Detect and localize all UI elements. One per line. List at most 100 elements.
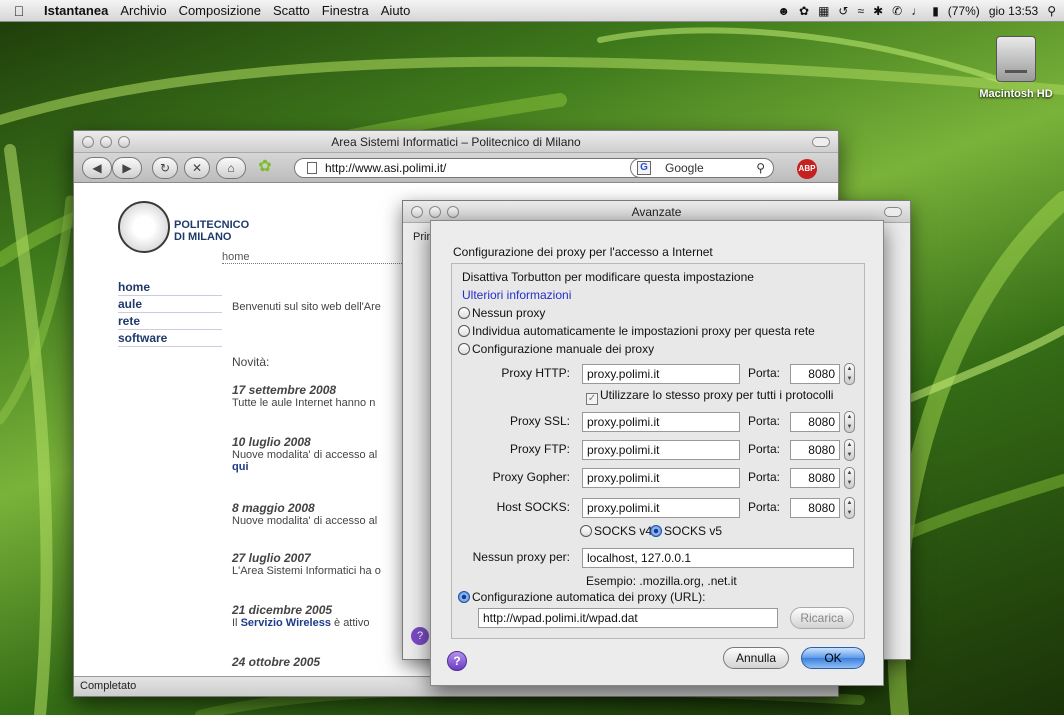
label-proxy-ssl: Proxy SSL: (509, 414, 570, 428)
menu-archivio[interactable]: Archivio (114, 3, 172, 18)
label-proxy-gopher: Proxy Gopher: (492, 470, 570, 484)
menu-app-name[interactable]: Istantanea (38, 3, 114, 18)
spotlight-icon[interactable]: ⚲ (1047, 4, 1056, 18)
proxy-ftp-field[interactable]: proxy.polimi.it (582, 440, 740, 460)
proxy-gopher-field[interactable]: proxy.polimi.it (582, 468, 740, 488)
label-host-socks: Host SOCKS: (496, 500, 570, 514)
radio-manual[interactable]: Configurazione manuale dei proxy (458, 342, 654, 356)
no-proxy-field[interactable]: localhost, 127.0.0.1 (582, 548, 854, 568)
url-text: http://www.asi.polimi.it/ (325, 161, 447, 175)
port-stepper[interactable]: ▲ ▼ (844, 497, 855, 519)
polimi-logo (118, 201, 170, 253)
menu-finestra[interactable]: Finestra (316, 3, 375, 18)
user-icon[interactable]: ☻ (777, 4, 790, 18)
stop-button[interactable]: ✕ (184, 157, 210, 179)
proxy-ssl-field[interactable]: proxy.polimi.it (582, 412, 740, 432)
reload-config-button[interactable]: Ricarica (790, 607, 854, 629)
nav-home[interactable]: home (118, 279, 222, 296)
zoom-icon[interactable] (118, 136, 130, 148)
radio-button[interactable] (458, 343, 470, 355)
battery-icon[interactable]: ▮ (932, 4, 939, 18)
news-link-qui[interactable]: qui (232, 461, 249, 473)
menu-aiuto[interactable]: Aiuto (375, 3, 417, 18)
port-stepper[interactable]: ▲ ▼ (844, 467, 855, 489)
news-text: Nuove modalita' di accesso al (232, 515, 378, 527)
radio-button[interactable] (458, 325, 470, 337)
label-proxy-http: Proxy HTTP: (501, 366, 570, 380)
search-engine-label: Google (665, 161, 704, 175)
help-icon[interactable]: ? (411, 627, 429, 645)
minimize-icon[interactable] (429, 206, 441, 218)
menu-composizione[interactable]: Composizione (173, 3, 267, 18)
reload-button[interactable]: ↻ (152, 157, 178, 179)
cancel-button[interactable]: Annulla (723, 647, 789, 669)
radio-no-proxy[interactable]: Nessun proxy (458, 306, 545, 320)
checkbox[interactable]: ✓ (586, 393, 598, 405)
forward-button[interactable]: ▶ (112, 157, 142, 179)
help-button[interactable]: ? (447, 651, 467, 671)
logo-text: POLITECNICO DI MILANO (174, 219, 249, 243)
proxy-ssl-port[interactable]: 8080 (790, 412, 840, 432)
bluetooth-icon[interactable]: ✱ (873, 4, 883, 18)
radio-socks-v5[interactable]: SOCKS v5 (650, 524, 722, 538)
nav-rete[interactable]: rete (118, 313, 222, 330)
minimize-icon[interactable] (100, 136, 112, 148)
radio-button[interactable] (650, 525, 662, 537)
radio-button[interactable] (580, 525, 592, 537)
nav-aule[interactable]: aule (118, 296, 222, 313)
browser-titlebar[interactable]: Area Sistemi Informatici – Politecnico d… (74, 131, 838, 153)
radio-socks-v4[interactable]: SOCKS v4 (580, 524, 652, 538)
more-info-link[interactable]: Ulteriori informazioni (462, 288, 571, 302)
welcome-text: Benvenuti sul sito web dell'Are (232, 301, 381, 313)
example-hint: Esempio: .mozilla.org, .net.it (586, 574, 737, 588)
radio-label: Configurazione manuale dei proxy (472, 342, 655, 356)
radio-auto-url[interactable]: Configurazione automatica dei proxy (URL… (458, 590, 705, 604)
time-machine-icon[interactable]: ↺ (838, 4, 848, 18)
back-button[interactable]: ◀ (82, 157, 112, 179)
nav-software[interactable]: software (118, 330, 222, 347)
gear-icon[interactable]: ✿ (799, 4, 809, 18)
radio-auto-detect[interactable]: Individua automaticamente le impostazion… (458, 324, 815, 338)
port-stepper[interactable]: ▲ ▼ (844, 411, 855, 433)
volume-icon[interactable]: ♩ (911, 4, 923, 18)
news-text: L'Area Sistemi Informatici ha o (232, 565, 381, 577)
news-item: 24 ottobre 2005 (232, 655, 412, 669)
close-icon[interactable] (411, 206, 423, 218)
clock[interactable]: gio 13:53 (989, 4, 1038, 18)
port-stepper[interactable]: ▲ ▼ (844, 439, 855, 461)
proxy-ftp-port[interactable]: 8080 (790, 440, 840, 460)
proxy-gopher-port[interactable]: 8080 (790, 468, 840, 488)
close-icon[interactable] (82, 136, 94, 148)
radio-button[interactable] (458, 591, 470, 603)
host-socks-port[interactable]: 8080 (790, 498, 840, 518)
google-icon[interactable]: G (637, 161, 651, 175)
toolbar-toggle-icon[interactable] (884, 207, 902, 217)
menu-scatto[interactable]: Scatto (267, 3, 316, 18)
leaf-icon[interactable]: ✿ (254, 157, 276, 179)
zoom-icon[interactable] (447, 206, 459, 218)
macintosh-hd-icon[interactable]: Macintosh HD (968, 36, 1064, 100)
proxy-http-port[interactable]: 8080 (790, 364, 840, 384)
proxy-settings-sheet: Configurazione dei proxy per l'accesso a… (430, 220, 884, 686)
toolbar-toggle-icon[interactable] (812, 137, 830, 147)
phone-icon[interactable]: ✆ (892, 4, 902, 18)
news-date: 10 luglio 2008 (232, 435, 311, 449)
news-date: 17 settembre 2008 (232, 383, 337, 397)
battery-percent[interactable]: (77%) (948, 4, 980, 18)
proxy-http-field[interactable]: proxy.polimi.it (582, 364, 740, 384)
wifi-icon[interactable]: ≈ (857, 4, 864, 18)
search-input[interactable]: G Google ⚲ (630, 158, 774, 178)
home-button[interactable]: ⌂ (216, 157, 246, 179)
same-proxy-checkbox[interactable]: ✓ Utilizzare lo stesso proxy per tutti i … (586, 388, 833, 405)
adblock-icon[interactable]: ABP (797, 159, 817, 179)
apple-menu-icon[interactable]:  (0, 3, 38, 19)
search-icon[interactable]: ⚲ (756, 159, 765, 177)
auto-config-url-field[interactable]: http://wpad.polimi.it/wpad.dat (478, 608, 778, 628)
news-item: 21 dicembre 2005 Il Servizio Wireless è … (232, 603, 412, 629)
radio-button[interactable] (458, 307, 470, 319)
news-link-wireless[interactable]: Servizio Wireless (241, 617, 331, 629)
host-socks-field[interactable]: proxy.polimi.it (582, 498, 740, 518)
port-stepper[interactable]: ▲ ▼ (844, 363, 855, 385)
spaces-icon[interactable]: ▦ (818, 4, 829, 18)
ok-button[interactable]: OK (801, 647, 865, 669)
